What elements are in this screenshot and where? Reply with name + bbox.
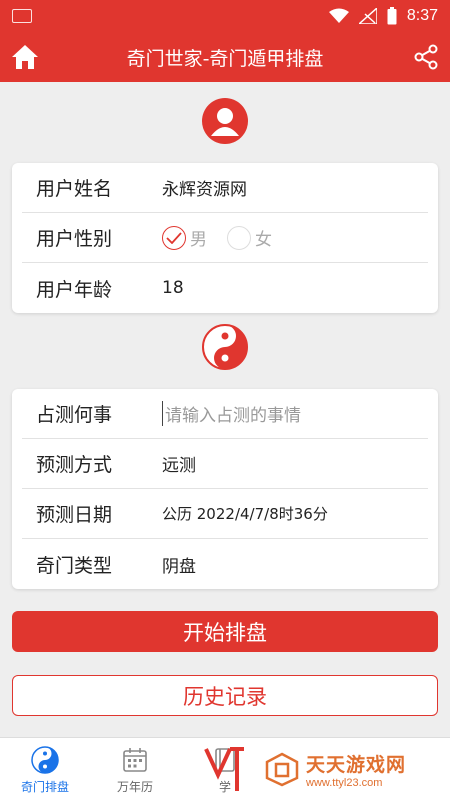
type-select[interactable]: 阴盘 xyxy=(162,552,196,577)
tab-label: 万年历 xyxy=(116,780,153,794)
user-age-field[interactable]: 18 xyxy=(162,278,184,298)
tab-calendar[interactable]: 万年历 xyxy=(90,738,180,800)
user-age-label: 用户年龄 xyxy=(36,278,113,301)
start-button[interactable]: 开始排盘 xyxy=(12,611,438,652)
divination-card: 占测何事 请输入占测的事情 预测方式 远测 预测日期 公历 2022/4/7/8… xyxy=(12,389,438,589)
wifi-icon xyxy=(328,8,349,23)
watermark-logo-icon xyxy=(265,752,299,787)
tab-label: 奇门排盘 xyxy=(20,780,69,794)
matter-input[interactable]: 请输入占测的事情 xyxy=(162,401,301,426)
gender-female-radio[interactable]: 女 xyxy=(227,225,272,250)
status-bar: 8:37 xyxy=(0,0,450,32)
user-age-row: 用户年龄 18 xyxy=(22,263,428,313)
date-label: 预测日期 xyxy=(36,504,113,526)
status-time: 8:37 xyxy=(406,7,438,24)
user-gender-label: 用户性别 xyxy=(36,228,113,250)
share-icon[interactable] xyxy=(412,43,440,71)
gender-female-label: 女 xyxy=(255,230,272,250)
method-select[interactable]: 远测 xyxy=(162,451,196,476)
method-label: 预测方式 xyxy=(36,454,113,476)
yinyang-icon xyxy=(31,746,59,774)
radio-empty-icon xyxy=(227,225,251,250)
tab-qimen[interactable]: 奇门排盘 xyxy=(0,738,90,800)
gender-male-label: 男 xyxy=(190,230,207,250)
type-row: 奇门类型 阴盘 xyxy=(22,539,428,589)
app-bar: 奇门世家-奇门遁甲排盘 xyxy=(0,32,450,82)
type-label: 奇门类型 xyxy=(36,554,113,577)
watermark-url: www.ttyl23.com xyxy=(306,776,383,789)
battery-icon xyxy=(387,7,397,25)
avatar-icon xyxy=(202,98,248,144)
date-row: 预测日期 公历 2022/4/7/8时36分 xyxy=(22,489,428,539)
keyboard-icon xyxy=(12,9,32,23)
user-gender-row: 用户性别 男 女 xyxy=(22,213,428,263)
calendar-icon xyxy=(123,748,147,772)
user-name-label: 用户姓名 xyxy=(36,178,113,200)
user-info-card: 用户姓名 永辉资源网 用户性别 男 女 用户年龄 18 xyxy=(12,163,438,313)
matter-label: 占测何事 xyxy=(36,404,113,426)
check-icon xyxy=(162,225,186,250)
watermark-name: 天天游戏网 xyxy=(306,753,407,776)
yinyang-icon xyxy=(202,324,248,370)
date-picker[interactable]: 公历 2022/4/7/8时36分 xyxy=(162,503,328,524)
gender-male-radio[interactable]: 男 xyxy=(162,225,207,250)
history-button[interactable]: 历史记录 xyxy=(12,675,438,716)
home-icon[interactable] xyxy=(10,43,40,71)
page-title: 奇门世家-奇门遁甲排盘 xyxy=(126,47,324,70)
method-row: 预测方式 远测 xyxy=(22,439,428,489)
user-name-row: 用户姓名 永辉资源网 xyxy=(22,163,428,213)
matter-row: 占测何事 请输入占测的事情 xyxy=(22,389,428,439)
signal-icon xyxy=(358,8,377,24)
user-name-field[interactable]: 永辉资源网 xyxy=(162,175,247,200)
watermark: 天天游戏网 www.ttyl23.com xyxy=(250,738,450,800)
